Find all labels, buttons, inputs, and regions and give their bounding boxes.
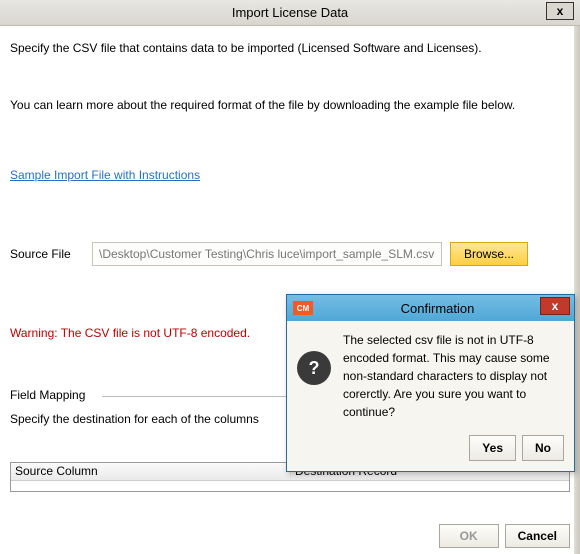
dialog-footer: OK Cancel <box>439 524 570 548</box>
ok-button: OK <box>439 524 499 548</box>
sample-file-link[interactable]: Sample Import File with Instructions <box>10 168 200 182</box>
window-content: Specify the CSV file that contains data … <box>0 26 580 554</box>
question-glyph: ? <box>309 358 320 379</box>
intro-text-1: Specify the CSV file that contains data … <box>10 40 570 57</box>
confirmation-footer: Yes No <box>287 435 574 471</box>
confirmation-close-button[interactable]: x <box>540 297 570 315</box>
source-file-row: Source File Browse... <box>10 242 570 266</box>
close-icon: x <box>557 4 564 18</box>
window-border-right <box>574 26 580 554</box>
no-button[interactable]: No <box>522 435 564 461</box>
window-title: Import License Data <box>232 5 348 20</box>
confirmation-title: Confirmation <box>301 301 574 316</box>
confirmation-message: The selected csv file is not in UTF-8 en… <box>343 331 562 429</box>
confirmation-titlebar: CM Confirmation x <box>287 295 574 321</box>
field-mapping-legend-text: Field Mapping <box>10 388 85 402</box>
close-icon: x <box>552 299 559 313</box>
source-file-label: Source File <box>10 247 84 261</box>
cancel-button[interactable]: Cancel <box>505 524 570 548</box>
window-titlebar: Import License Data x <box>0 0 580 26</box>
confirmation-dialog: CM Confirmation x ? The selected csv fil… <box>286 294 575 472</box>
yes-button[interactable]: Yes <box>469 435 516 461</box>
browse-button[interactable]: Browse... <box>450 242 528 266</box>
intro-text-2: You can learn more about the required fo… <box>10 97 570 114</box>
question-icon: ? <box>297 351 331 385</box>
confirmation-body: ? The selected csv file is not in UTF-8 … <box>287 321 574 435</box>
source-file-input[interactable] <box>92 242 442 266</box>
col-source-column[interactable]: Source Column <box>11 464 291 478</box>
close-button[interactable]: x <box>546 2 574 20</box>
